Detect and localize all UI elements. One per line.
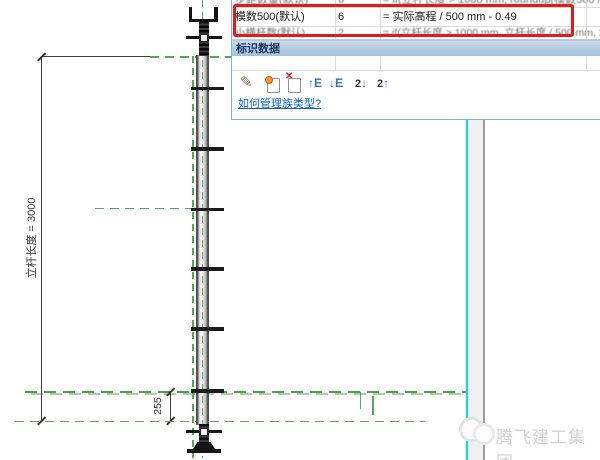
dimension-line-offset[interactable] (170, 392, 171, 421)
column-divider (586, 56, 587, 70)
reference-plane-top[interactable] (150, 56, 231, 58)
rosette-connector (191, 267, 224, 271)
dimension-line-main[interactable] (41, 57, 42, 422)
move-up-icon[interactable]: ↑E (308, 76, 322, 90)
reference-plane-end-tick (372, 396, 374, 415)
top-adjusting-nut (200, 34, 208, 42)
red-highlight-box (233, 4, 574, 37)
reference-plane-end-tick (360, 392, 362, 409)
identity-data-header[interactable]: 标识数据 (232, 40, 600, 57)
wall-edge-line (483, 119, 485, 460)
delete-x-icon: ✕ (285, 71, 293, 82)
base-plate (187, 449, 221, 453)
rosette-connector (191, 208, 224, 212)
reference-plane-bottom[interactable] (15, 421, 425, 423)
column-divider (586, 0, 587, 39)
sort-ascending-icon[interactable]: 2↓ (355, 76, 367, 90)
reference-plane-mid[interactable] (95, 208, 202, 210)
watermark-text: 腾飞建工集团 (496, 423, 600, 460)
rosette-connector (191, 87, 224, 91)
rosette-connector (191, 147, 224, 151)
revit-canvas: 立杆长度 = 3000 255 腾飞建工集团 步距数量(默认) 6 (0, 0, 600, 460)
column-divider (380, 56, 381, 70)
delete-type-icon[interactable]: ✕ (288, 78, 301, 93)
sort-arrow: ↑ (383, 76, 389, 90)
dimension-label-main[interactable]: 立杆长度 = 3000 (23, 183, 37, 293)
watermark-logo-circle (473, 423, 495, 445)
rosette-connector (191, 389, 224, 393)
move-down-icon[interactable]: ↓E (329, 76, 343, 90)
new-type-icon[interactable] (267, 78, 280, 93)
new-badge-icon (265, 76, 273, 84)
manage-family-types-link[interactable]: 如何管理族类型? (238, 95, 321, 111)
reference-plane-lower-shadow (31, 393, 466, 395)
reference-plane-left-vertical[interactable] (192, 56, 194, 458)
dimension-extension-line (41, 56, 150, 57)
sort-descending-icon[interactable]: 2↑ (377, 76, 389, 90)
dimension-label-offset[interactable]: 255 (152, 361, 166, 451)
edit-pencil-icon[interactable]: ✎ (240, 73, 253, 91)
base-adjusting-nut (200, 428, 208, 436)
wall-face[interactable] (468, 119, 483, 460)
rosette-connector (191, 327, 224, 331)
column-divider (335, 56, 336, 70)
sort-arrow: ↓ (361, 76, 367, 90)
